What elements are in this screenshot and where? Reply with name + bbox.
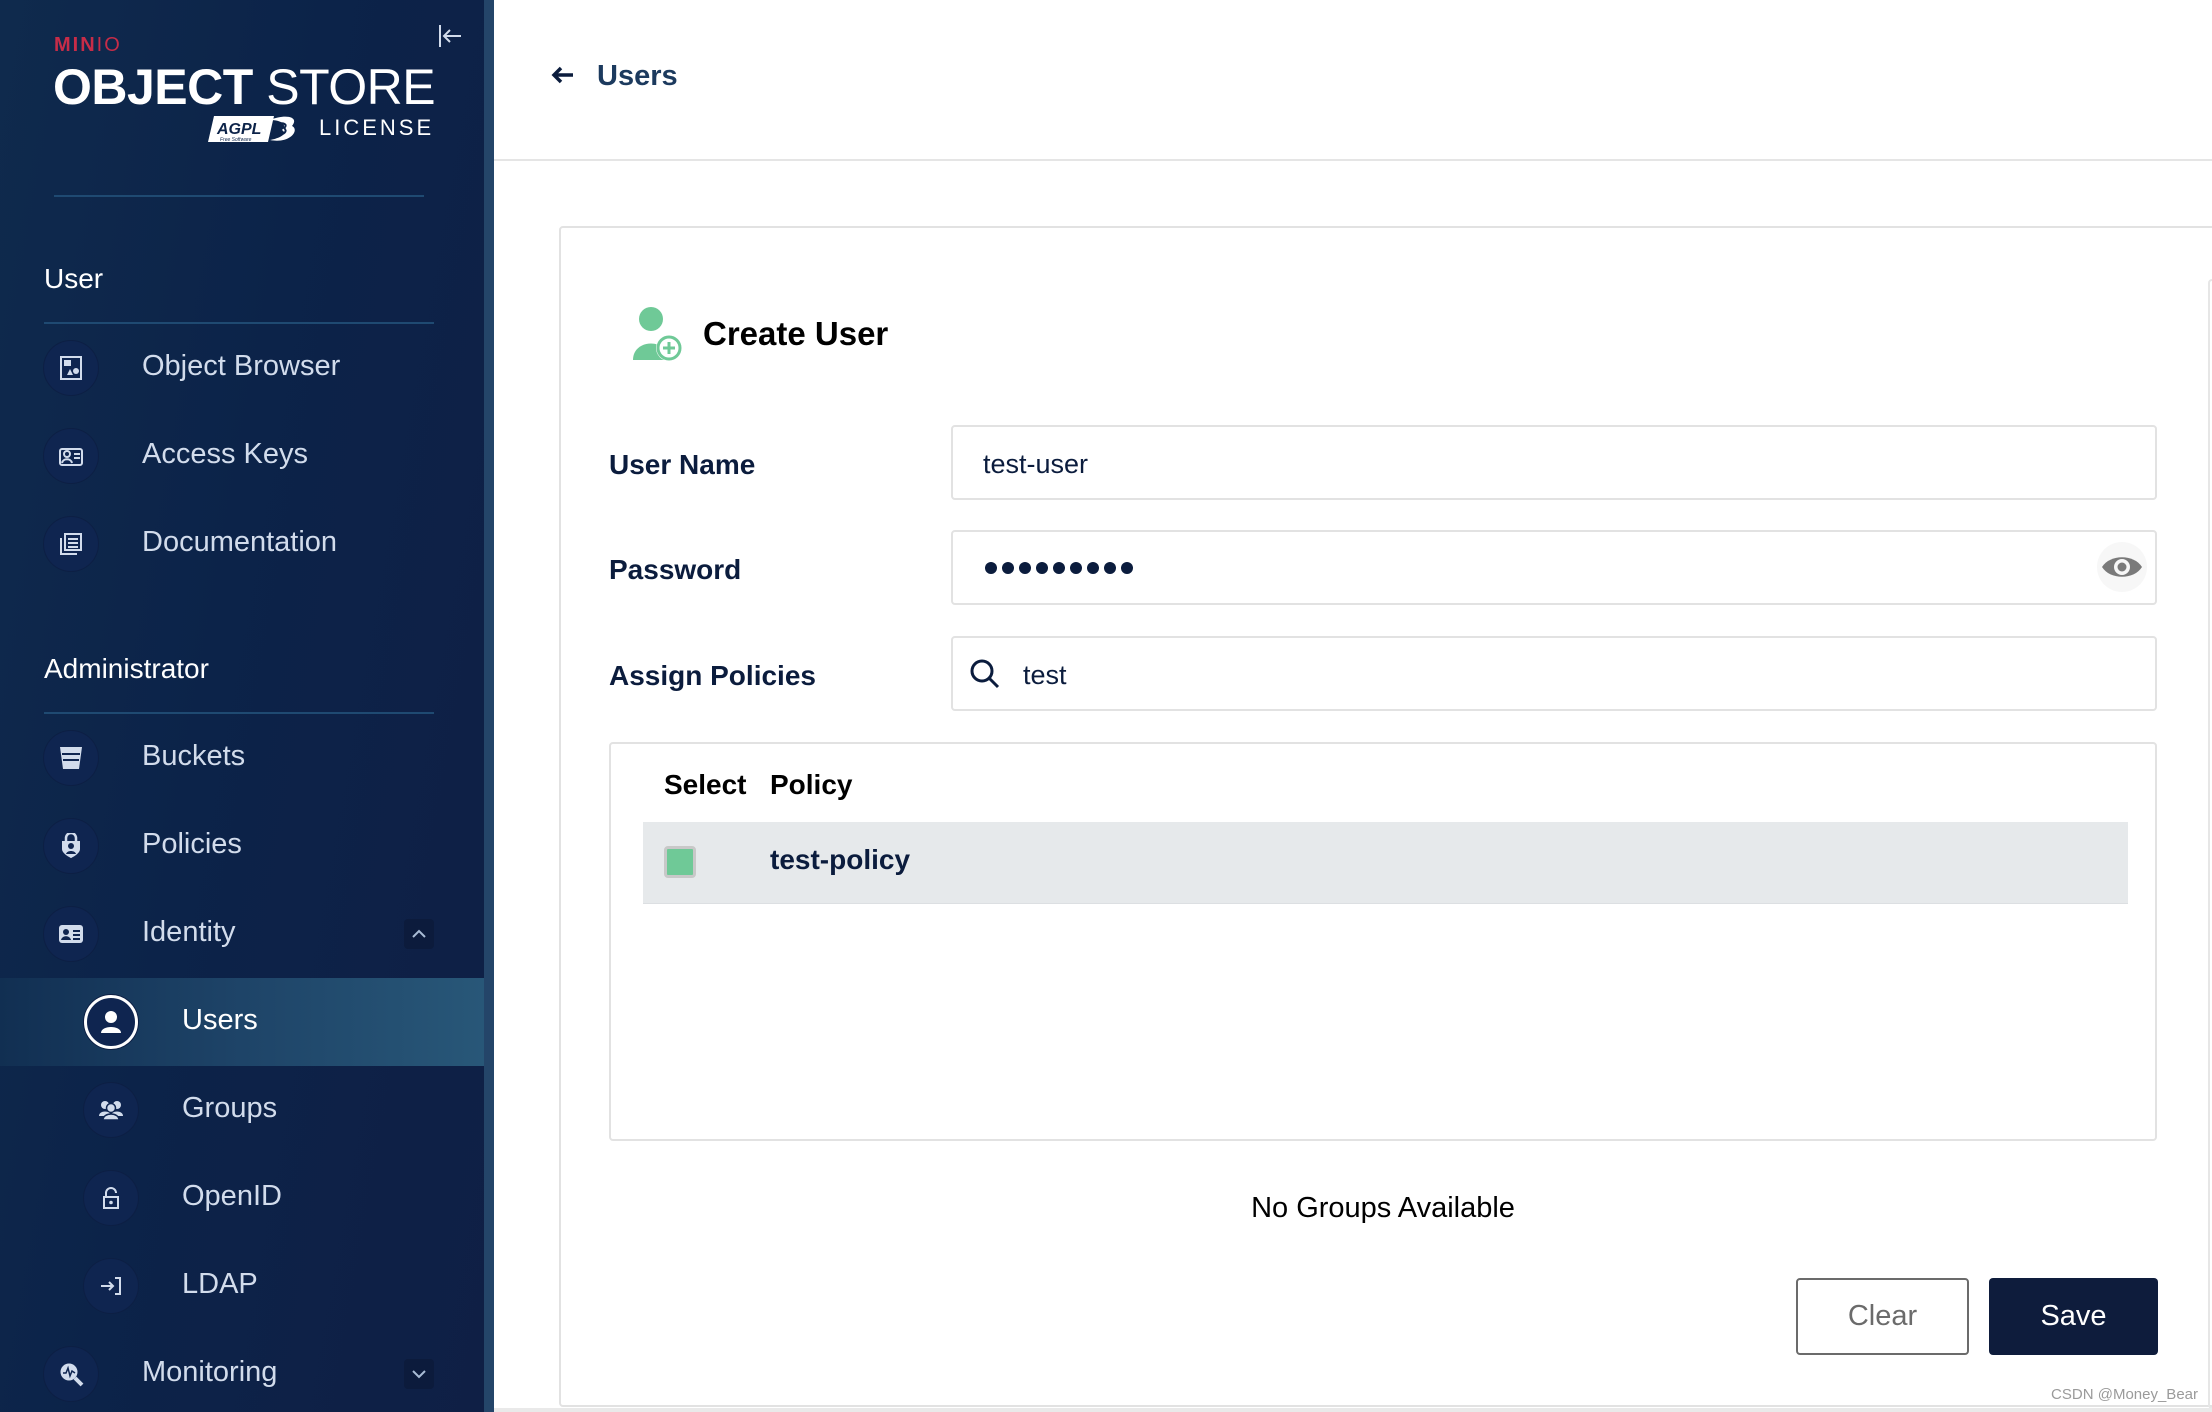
password-masked-value [985,562,1133,574]
page-header: Users [494,0,2212,161]
eye-icon [2102,557,2142,577]
username-value: test-user [983,449,1089,479]
policy-checkbox[interactable] [664,846,696,878]
agpl-badge-icon: AGPL Free Software [208,116,295,143]
lock-icon [84,1171,138,1225]
password-dot [985,562,997,574]
help-panel [2208,279,2212,1409]
back-link-users[interactable]: Users [597,60,678,93]
groups-icon [84,1083,138,1137]
column-header-select: Select [664,769,747,800]
sidebar-item-label: Monitoring [142,1356,278,1388]
sidebar-item-label: OpenID [182,1180,282,1212]
table-row[interactable]: test-policy [643,822,2128,904]
sidebar-item-label: Object Browser [142,350,341,382]
logo-divider [54,195,424,197]
sidebar-item-label: Users [182,1004,258,1036]
watermark: CSDN @Money_Bear [2051,1386,2198,1403]
section-title-user: User [44,263,104,294]
object-browser-icon [44,341,98,395]
sidebar-item-groups[interactable]: Groups [0,1066,484,1154]
no-groups-message: No Groups Available [1251,1192,1515,1224]
sidebar-item-documentation[interactable]: Documentation [0,500,484,588]
column-header-policy: Policy [770,769,853,800]
section-title-administrator: Administrator [44,653,209,684]
arrow-left-icon[interactable] [551,64,575,86]
sidebar-item-openid[interactable]: OpenID [0,1154,484,1242]
page-title: Create User [703,315,889,352]
sidebar-item-policies[interactable]: Policies [0,802,484,890]
policy-name: test-policy [770,844,911,875]
sidebar-item-label: Documentation [142,526,338,558]
sidebar-item-access-keys[interactable]: Access Keys [0,412,484,500]
license-label: LICENSE [319,115,435,140]
bucket-icon [44,731,98,785]
password-label: Password [609,554,742,585]
svg-text:Free Software: Free Software [220,137,252,143]
password-dot [1070,562,1082,574]
clear-button[interactable]: Clear [1796,1278,1969,1355]
password-dot [1121,562,1133,574]
show-password-toggle[interactable] [2097,542,2147,592]
collapse-sidebar-icon[interactable] [436,22,464,50]
sidebar-resize-handle[interactable] [484,0,494,1412]
policy-table: Select Policy test-policy [609,742,2157,1141]
monitoring-icon [44,1347,98,1401]
sidebar-item-users[interactable]: Users [0,978,484,1066]
chevron-up-icon[interactable] [404,919,434,949]
access-keys-icon [44,429,98,483]
save-button[interactable]: Save [1989,1278,2158,1355]
policy-search-value: test [1023,660,1067,690]
sidebar-item-object-browser[interactable]: Object Browser [0,324,484,412]
sidebar-item-identity[interactable]: Identity [0,890,484,978]
sidebar-item-ldap[interactable]: LDAP [0,1242,484,1330]
password-dot [1104,562,1116,574]
password-dot [1036,562,1048,574]
add-user-icon [633,307,682,361]
sidebar-item-label: Policies [142,828,242,860]
svg-text:AGPL: AGPL [216,121,261,138]
sidebar-item-monitoring[interactable]: Monitoring [0,1330,484,1412]
assign-policies-label: Assign Policies [609,660,816,691]
policy-shield-icon [44,819,98,873]
minio-logo: MINIO [54,34,122,56]
sidebar: MINIO OBJECT STORE AGPL Free Software LI… [0,0,484,1412]
sidebar-item-buckets[interactable]: Buckets [0,714,484,802]
password-dot [1019,562,1031,574]
chevron-down-icon[interactable] [404,1359,434,1389]
page-bottom-border [494,1408,2212,1412]
documentation-icon [44,517,98,571]
identity-card-icon [44,907,98,961]
password-dot [1053,562,1065,574]
password-field[interactable] [951,530,2157,605]
user-icon [84,995,138,1049]
sidebar-item-label: Access Keys [142,438,308,470]
sidebar-item-label: LDAP [182,1268,258,1300]
sidebar-item-label: Buckets [142,740,246,772]
sidebar-item-label: Identity [142,916,236,948]
search-icon [970,659,1000,689]
login-icon [84,1259,138,1313]
password-dot [1087,562,1099,574]
password-dot [1002,562,1014,574]
product-name: OBJECT STORE [53,59,436,115]
sidebar-item-label: Groups [182,1092,278,1124]
username-field[interactable]: test-user [951,425,2157,500]
policy-search-input[interactable]: test [951,636,2157,711]
username-label: User Name [609,449,756,480]
